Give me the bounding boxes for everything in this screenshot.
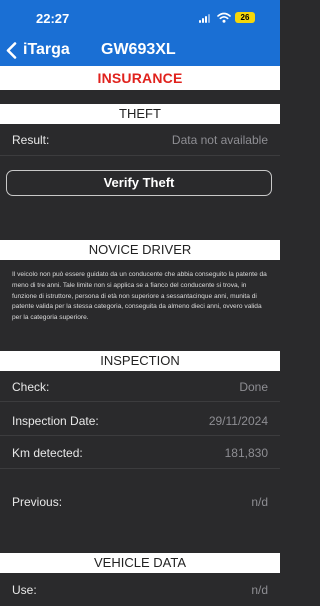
novice-driver-header-label: NOVICE DRIVER xyxy=(88,242,192,257)
previous-value: n/d xyxy=(251,495,268,509)
cellular-signal-icon xyxy=(199,14,213,23)
theft-section-header: THEFT xyxy=(0,104,280,124)
battery-icon: 26 xyxy=(235,12,255,23)
check-value: Done xyxy=(239,380,268,394)
check-label: Check: xyxy=(12,380,50,394)
wifi-icon xyxy=(217,12,231,23)
km-detected-value: 181,830 xyxy=(224,446,268,460)
nav-bar: iTarga GW693XL xyxy=(0,34,280,66)
use-label: Use: xyxy=(12,583,37,597)
status-bar: 22:27 26 xyxy=(0,0,280,34)
insurance-banner: INSURANCE xyxy=(0,66,280,90)
divider xyxy=(0,468,280,469)
novice-driver-section-header: NOVICE DRIVER xyxy=(0,240,280,260)
novice-driver-text: Il veicolo non può essere guidato da un … xyxy=(12,271,267,322)
page-title: GW693XL xyxy=(101,41,176,58)
theft-header-label: THEFT xyxy=(119,106,161,121)
inspection-header-label: INSPECTION xyxy=(100,353,180,368)
back-button[interactable]: iTarga xyxy=(6,39,70,61)
verify-theft-button[interactable]: Verify Theft xyxy=(6,170,272,196)
vehicle-data-section-header: VEHICLE DATA xyxy=(0,553,280,573)
inspection-section-header: INSPECTION xyxy=(0,351,280,371)
divider xyxy=(0,155,280,156)
divider xyxy=(0,435,280,436)
vehicle-data-header-label: VEHICLE DATA xyxy=(94,555,186,570)
status-time: 22:27 xyxy=(36,11,70,26)
previous-label: Previous: xyxy=(12,495,63,509)
inspection-date-label: Inspection Date: xyxy=(12,414,99,428)
theft-result-value: Data not available xyxy=(171,133,268,147)
chevron-left-icon xyxy=(6,41,17,59)
km-detected-label: Km detected: xyxy=(12,446,83,460)
use-value: n/d xyxy=(251,583,268,597)
insurance-title: INSURANCE xyxy=(97,70,183,86)
theft-result-label: Result: xyxy=(12,133,50,147)
divider xyxy=(0,401,280,402)
back-label: iTarga xyxy=(23,41,70,58)
inspection-date-value: 29/11/2024 xyxy=(208,414,268,428)
